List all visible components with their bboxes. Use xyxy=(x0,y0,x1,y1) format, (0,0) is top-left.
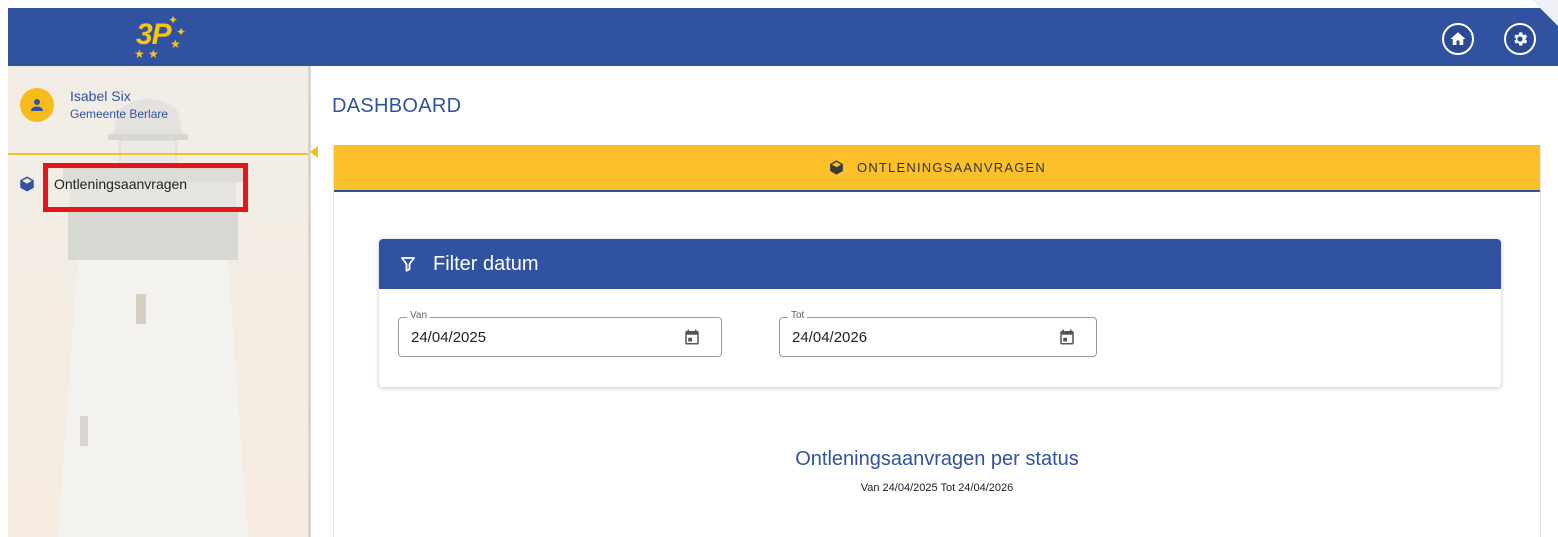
dashboard-card: ONTLENINGSAANVRAGEN Filter datum Van 24/… xyxy=(333,145,1541,537)
star-icon: ★ xyxy=(134,47,145,61)
user-profile[interactable]: Isabel Six Gemeente Berlare xyxy=(20,88,168,122)
calendar-icon xyxy=(1060,329,1074,345)
app-logo[interactable]: 3P ✦ ✦ ★ ★ ★ xyxy=(130,12,190,62)
avatar xyxy=(20,88,54,122)
date-from-value[interactable]: 24/04/2025 xyxy=(411,329,486,346)
home-button[interactable] xyxy=(1442,23,1474,55)
user-name: Isabel Six xyxy=(70,88,131,104)
active-indicator xyxy=(310,146,318,158)
date-from-calendar-button[interactable] xyxy=(683,328,701,346)
date-to-label: Tot xyxy=(788,310,808,321)
card-header[interactable]: ONTLENINGSAANVRAGEN xyxy=(334,145,1540,192)
sidebar: Isabel Six Gemeente Berlare Ontleningsaa… xyxy=(8,66,308,537)
filter-panel: Filter datum Van 24/04/2025 Tot 24/04/20… xyxy=(379,239,1501,387)
highlight-annotation xyxy=(43,163,248,212)
user-organization: Gemeente Berlare xyxy=(70,107,169,121)
star-icon: ★ xyxy=(148,47,159,61)
page-title: DASHBOARD xyxy=(332,95,462,117)
date-to-calendar-button[interactable] xyxy=(1058,328,1076,346)
cube-icon xyxy=(830,160,843,175)
star-icon: ★ xyxy=(170,37,181,51)
cube-icon xyxy=(20,176,34,192)
date-to-value[interactable]: 24/04/2026 xyxy=(792,329,867,346)
sidebar-border xyxy=(308,66,311,537)
page-corner xyxy=(1532,0,1558,26)
sidebar-divider xyxy=(8,153,308,155)
card-header-label: ONTLENINGSAANVRAGEN xyxy=(857,160,1046,175)
user-icon xyxy=(31,99,43,111)
settings-button[interactable] xyxy=(1504,23,1536,55)
chart-title: Ontleningsaanvragen per status xyxy=(795,448,1079,470)
date-to-field[interactable]: Tot 24/04/2026 xyxy=(779,310,1097,357)
calendar-icon xyxy=(685,329,699,345)
date-from-field[interactable]: Van 24/04/2025 xyxy=(398,310,722,357)
filter-icon xyxy=(401,257,415,272)
lighthouse-background-image xyxy=(8,66,308,537)
filter-title: Filter datum xyxy=(433,252,539,275)
chart-subtitle: Van 24/04/2025 Tot 24/04/2026 xyxy=(860,482,1014,494)
home-icon xyxy=(1450,32,1466,45)
gear-icon xyxy=(1514,32,1528,46)
filter-header: Filter datum xyxy=(379,239,1501,289)
top-bar: 3P ✦ ✦ ★ ★ ★ xyxy=(8,8,1558,66)
date-from-label: Van xyxy=(407,310,431,321)
